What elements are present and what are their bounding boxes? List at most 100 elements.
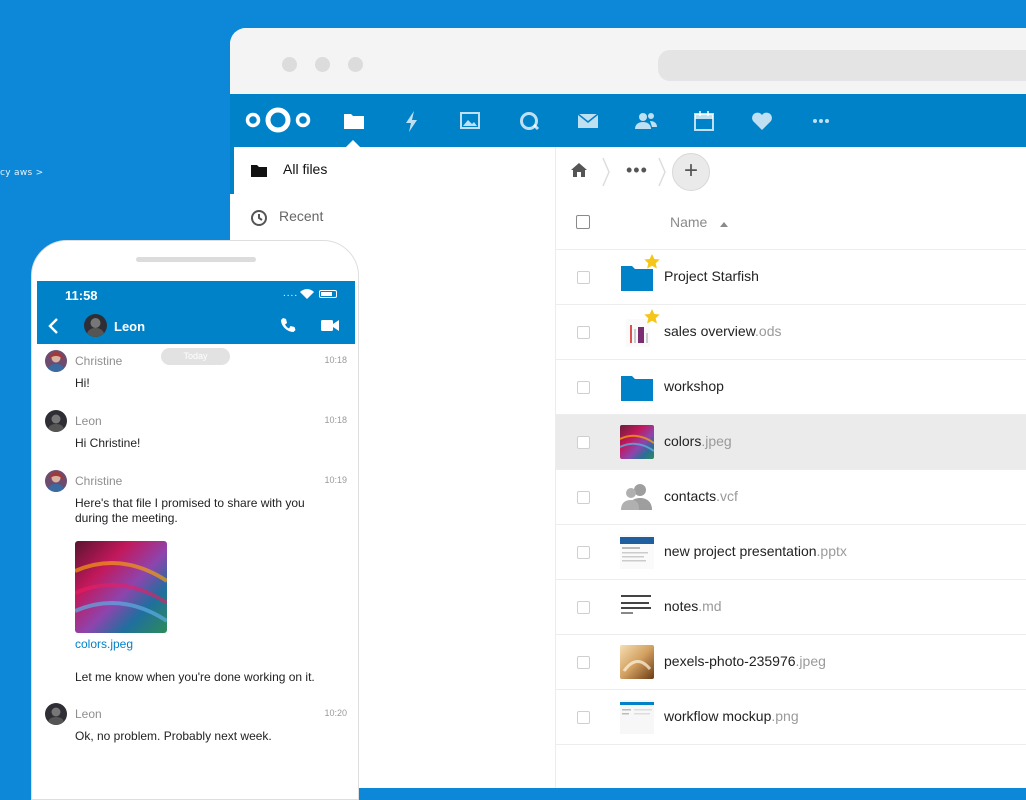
message-time: 10:18: [324, 355, 347, 365]
file-name[interactable]: workflow mockup.png: [664, 708, 799, 724]
message-text: Let me know when you're done working on …: [75, 670, 315, 684]
video-call-icon[interactable]: [321, 319, 339, 332]
photos-icon[interactable]: [457, 108, 483, 134]
talk-icon[interactable]: [516, 108, 542, 134]
sidebar-item-all-files[interactable]: All files: [230, 147, 559, 194]
calendar-icon[interactable]: [691, 108, 717, 134]
sort-ascending-icon[interactable]: [720, 222, 728, 227]
home-icon[interactable]: [570, 162, 588, 178]
file-row[interactable]: new project presentation.pptx: [556, 525, 1026, 580]
sidebar-item-recent[interactable]: Recent: [230, 194, 555, 241]
back-icon[interactable]: [47, 317, 61, 335]
message-time: 10:18: [324, 415, 347, 425]
message-author: Leon: [75, 707, 102, 721]
new-file-button[interactable]: +: [672, 153, 710, 191]
row-checkbox[interactable]: [577, 381, 590, 394]
image-thumbnail: [620, 425, 654, 459]
attachment-link[interactable]: colors.jpeg: [75, 637, 133, 651]
folder-icon: [251, 165, 267, 177]
row-checkbox[interactable]: [577, 326, 590, 339]
message-text: Hi Christine!: [75, 436, 141, 450]
files-icon[interactable]: [341, 108, 367, 134]
row-checkbox[interactable]: [577, 711, 590, 724]
file-list-header: Name: [556, 197, 1026, 250]
folder-icon: [621, 376, 653, 401]
message-text: Here's that file I promised to share wit…: [75, 496, 305, 525]
file-row[interactable]: colors.jpeg: [556, 415, 1026, 470]
address-bar[interactable]: [658, 50, 1026, 81]
file-name[interactable]: workshop: [664, 378, 724, 394]
avatar[interactable]: [45, 410, 67, 432]
file-name[interactable]: Project Starfish: [664, 268, 759, 284]
chat-message: Christine 10:18 Hi!: [32, 350, 358, 400]
breadcrumb-separator-icon: [602, 157, 610, 187]
row-checkbox[interactable]: [577, 436, 590, 449]
file-name[interactable]: contacts.vcf: [664, 488, 738, 504]
breadcrumb-more[interactable]: •••: [626, 160, 648, 181]
signal-icon: ....: [283, 288, 299, 299]
image-thumbnail: [620, 645, 654, 679]
row-checkbox[interactable]: [577, 546, 590, 559]
sidebar-item-label: All files: [283, 161, 328, 177]
battery-icon: [319, 290, 337, 298]
star-icon[interactable]: [644, 254, 660, 270]
window-maximize-dot[interactable]: [348, 57, 363, 72]
row-checkbox[interactable]: [577, 656, 590, 669]
avatar[interactable]: [45, 703, 67, 725]
avatar[interactable]: [45, 470, 67, 492]
message-author: Leon: [75, 414, 102, 428]
status-time: 11:58: [65, 288, 98, 303]
star-icon[interactable]: [644, 309, 660, 325]
activity-icon[interactable]: [399, 108, 425, 134]
clock-icon: [251, 210, 267, 226]
sidebar-item-label: Recent: [279, 208, 324, 224]
presentation-thumbnail: [620, 535, 654, 569]
phone-speaker: [136, 257, 256, 262]
file-row[interactable]: sales overview.ods: [556, 305, 1026, 360]
shared-image-attachment[interactable]: [75, 541, 167, 633]
row-checkbox[interactable]: [577, 271, 590, 284]
file-list: ••• + Name Project Starfish sales overvi…: [556, 147, 1026, 788]
phone-call-icon[interactable]: [280, 317, 296, 333]
file-name[interactable]: new project presentation.pptx: [664, 543, 847, 559]
background-breadcrumb: cy aws >: [0, 168, 44, 178]
row-checkbox[interactable]: [577, 601, 590, 614]
file-name[interactable]: sales overview.ods: [664, 323, 782, 339]
more-apps-icon[interactable]: [808, 108, 834, 134]
chat-header: 11:58 .... Leon: [37, 281, 355, 344]
file-name[interactable]: pexels-photo-235976.jpeg: [664, 653, 826, 669]
image-thumbnail: [620, 700, 654, 734]
file-row[interactable]: workflow mockup.png: [556, 690, 1026, 745]
chat-message: Leon 10:18 Hi Christine!: [32, 410, 358, 460]
avatar[interactable]: [84, 314, 107, 337]
message-text: Hi!: [75, 376, 90, 390]
chat-contact-name[interactable]: Leon: [114, 319, 145, 334]
file-row[interactable]: contacts.vcf: [556, 470, 1026, 525]
message-author: Christine: [75, 354, 123, 368]
breadcrumb-separator-icon: [658, 157, 666, 187]
file-name[interactable]: notes.md: [664, 598, 722, 614]
file-row[interactable]: pexels-photo-235976.jpeg: [556, 635, 1026, 690]
wifi-icon: [300, 289, 314, 299]
avatar[interactable]: [45, 350, 67, 372]
file-name[interactable]: colors.jpeg: [664, 433, 732, 449]
file-row[interactable]: Project Starfish: [556, 250, 1026, 305]
nextcloud-logo[interactable]: [244, 105, 312, 135]
select-all-checkbox[interactable]: [576, 215, 590, 229]
chat-message: Leon 10:20 Ok, no problem. Probably next…: [32, 703, 358, 753]
message-time: 10:19: [324, 475, 347, 485]
contacts-file-icon: [621, 484, 652, 510]
chat-message: Christine 10:19 Here's that file I promi…: [32, 470, 358, 540]
favorites-icon[interactable]: [749, 108, 775, 134]
window-close-dot[interactable]: [282, 57, 297, 72]
message-author: Christine: [75, 474, 123, 488]
breadcrumb: ••• +: [556, 147, 1026, 197]
file-row[interactable]: notes.md: [556, 580, 1026, 635]
name-column-header[interactable]: Name: [670, 214, 707, 230]
contacts-icon[interactable]: [633, 108, 659, 134]
window-minimize-dot[interactable]: [315, 57, 330, 72]
text-file-thumbnail: [620, 590, 654, 624]
mail-icon[interactable]: [575, 108, 601, 134]
row-checkbox[interactable]: [577, 491, 590, 504]
file-row[interactable]: workshop: [556, 360, 1026, 415]
